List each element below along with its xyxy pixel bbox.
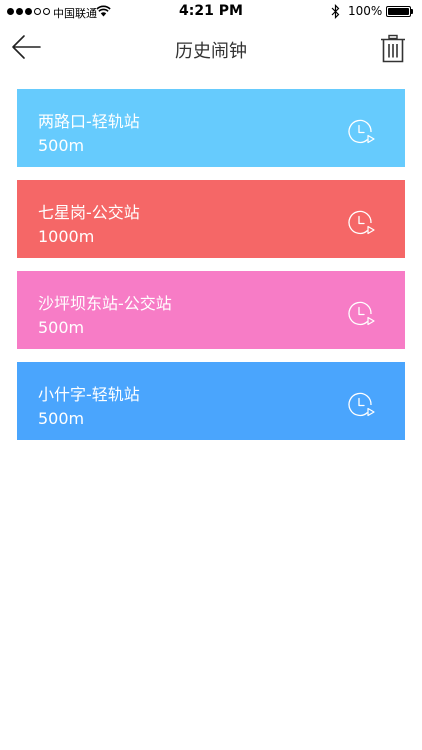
battery-icon xyxy=(386,6,411,17)
alarm-item[interactable]: 七星岗-公交站 1000m xyxy=(17,180,405,258)
alarm-history-list: 两路口-轻轨站 500m 七星岗-公交站 1000m 沙坪坝东站-公交站 500… xyxy=(17,89,405,453)
alarm-clock-icon[interactable] xyxy=(345,117,375,147)
alarm-clock-icon[interactable] xyxy=(345,299,375,329)
delete-button[interactable] xyxy=(378,34,408,64)
alarm-distance: 500m xyxy=(38,136,85,155)
alarm-clock-icon[interactable] xyxy=(345,390,375,420)
alarm-item[interactable]: 两路口-轻轨站 500m xyxy=(17,89,405,167)
page-title: 历史闹钟 xyxy=(175,41,247,62)
nav-bar: 历史闹钟 xyxy=(0,24,422,72)
status-bar: 中国联通 4:21 PM 100% xyxy=(0,0,422,24)
alarm-clock-icon[interactable] xyxy=(345,208,375,238)
alarm-distance: 500m xyxy=(38,409,85,428)
battery-fill xyxy=(388,8,409,15)
alarm-station-name: 七星岗-公交站 xyxy=(38,203,140,222)
alarm-station-name: 两路口-轻轨站 xyxy=(38,112,140,131)
trash-icon xyxy=(381,34,405,63)
alarm-station-name: 沙坪坝东站-公交站 xyxy=(38,294,172,313)
battery-percentage: 100% xyxy=(348,4,383,18)
battery-tip xyxy=(411,9,413,14)
alarm-distance: 1000m xyxy=(38,227,95,246)
bluetooth-icon xyxy=(331,4,340,19)
alarm-item[interactable]: 小什字-轻轨站 500m xyxy=(17,362,405,440)
alarm-station-name: 小什字-轻轨站 xyxy=(38,385,140,404)
alarm-distance: 500m xyxy=(38,318,85,337)
alarm-item[interactable]: 沙坪坝东站-公交站 500m xyxy=(17,271,405,349)
